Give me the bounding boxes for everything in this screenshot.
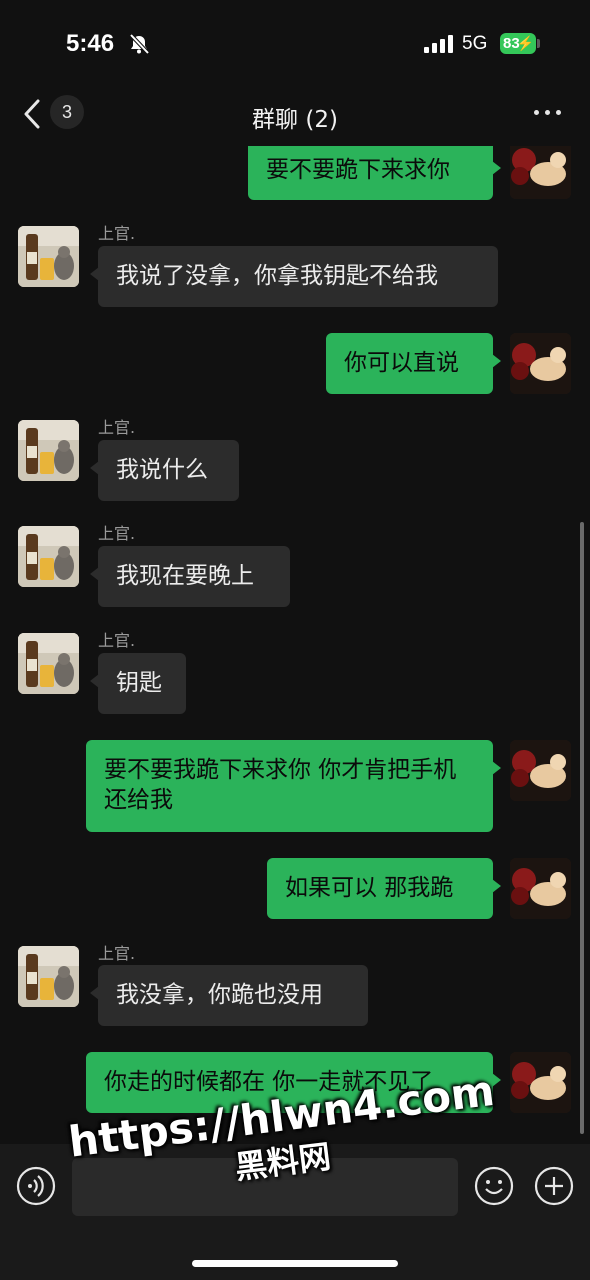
sender-name: 上官. [98,224,136,243]
sender-name: 上官. [98,418,136,437]
message-bubble-incoming[interactable]: 钥匙 [90,653,186,714]
my-avatar[interactable] [510,740,571,801]
my-avatar[interactable] [510,858,571,919]
message-input[interactable] [72,1158,458,1216]
message-bubble-outgoing[interactable]: 你走的时候都在 你一走就不见了 [86,1052,501,1113]
message-bubble-outgoing[interactable]: 要不要我跪下来求你 你才肯把手机还给我 [86,740,501,832]
contact-avatar[interactable] [18,420,79,481]
nav-bar: 3 群聊 (2) [0,88,590,146]
message-list[interactable]: 要不要跪下来求你 上官. 我说了没拿，你拿我钥匙不给我 你可以直说 上官. 我说… [0,146,590,1144]
input-bar [0,1144,590,1280]
my-avatar[interactable] [510,146,571,199]
bell-slash-icon [129,33,150,55]
home-indicator[interactable] [192,1260,398,1267]
contact-avatar[interactable] [18,226,79,287]
status-time: 5:46 [66,30,115,57]
battery-icon: 83 ⚡ [500,33,536,54]
message-bubble-outgoing[interactable]: 如果可以 那我跪 [267,858,501,919]
plus-icon[interactable] [534,1166,574,1206]
message-bubble-incoming[interactable]: 我说什么 [90,440,239,501]
sender-name: 上官. [98,631,136,650]
chat-title: 群聊 (2) [252,107,338,133]
emoji-icon[interactable] [474,1166,514,1206]
my-avatar[interactable] [510,333,571,394]
more-icon[interactable] [532,100,564,124]
voice-icon[interactable] [16,1166,56,1206]
status-bar: 5:46 5G 83 ⚡ [0,0,590,88]
message-bubble-incoming[interactable]: 我说了没拿，你拿我钥匙不给我 [90,246,498,307]
sender-name: 上官. [98,944,136,963]
network-type: 5G [462,33,488,54]
message-bubble-outgoing[interactable]: 要不要跪下来求你 [248,146,501,200]
message-bubble-incoming[interactable]: 我没拿，你跪也没用 [90,965,368,1026]
sender-name: 上官. [98,524,136,543]
contact-avatar[interactable] [18,633,79,694]
contact-avatar[interactable] [18,526,79,587]
signal-icon [424,35,453,53]
battery-tip [537,39,540,48]
message-bubble-incoming[interactable]: 我现在要晚上 [90,546,290,607]
scrollbar[interactable] [580,522,584,1134]
message-bubble-outgoing[interactable]: 你可以直说 [326,333,501,394]
contact-avatar[interactable] [18,946,79,1007]
my-avatar[interactable] [510,1052,571,1113]
